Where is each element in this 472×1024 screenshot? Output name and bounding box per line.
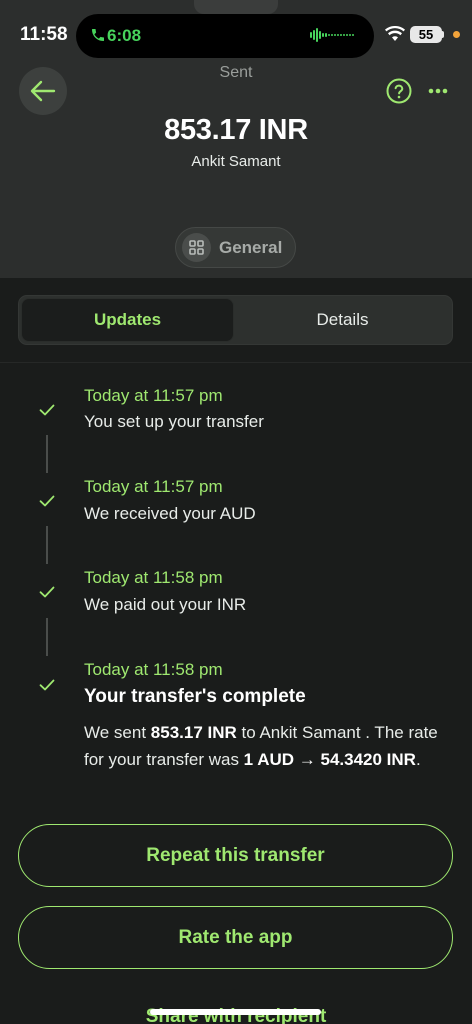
more-icon[interactable] — [428, 88, 448, 94]
grid-icon — [182, 233, 211, 262]
audio-wave-icon — [310, 28, 354, 42]
check-icon — [39, 586, 55, 598]
charging-dot — [453, 31, 460, 38]
top-handle — [194, 0, 278, 14]
phone-icon — [92, 29, 104, 41]
step-time: Today at 11:57 pm — [84, 386, 223, 405]
summary-amount: 853.17 INR — [150, 723, 237, 742]
timeline-connector — [46, 435, 48, 473]
battery-indicator: 55 — [410, 26, 442, 43]
battery-nub — [442, 31, 444, 38]
tab-details[interactable]: Details — [236, 298, 449, 342]
call-duration: 6:08 — [107, 26, 142, 45]
tab-updates[interactable]: Updates — [21, 298, 234, 342]
rate-app-button[interactable]: Rate the app — [18, 906, 453, 969]
tab-bar: Updates Details — [18, 295, 453, 345]
category-chip[interactable]: General — [175, 227, 296, 268]
step-time: Today at 11:58 pm — [84, 568, 223, 587]
step-text: You set up your transfer — [84, 412, 264, 431]
category-label: General — [219, 237, 283, 257]
transfer-summary: We sent 853.17 INR to Ankit Samant . The… — [84, 719, 456, 773]
step-text: We paid out your INR — [84, 595, 247, 614]
recipient-name: Ankit Samant — [191, 153, 281, 170]
timeline-connector — [46, 526, 48, 564]
check-icon — [39, 404, 55, 416]
dynamic-island[interactable]: 6:08 — [76, 14, 374, 58]
status-time: 11:58 — [20, 24, 68, 45]
step-time: Today at 11:58 pm — [84, 660, 223, 679]
transfer-amount: 853.17 INR — [164, 114, 308, 146]
step-time: Today at 11:57 pm — [84, 477, 223, 496]
summary-text: We sent — [84, 723, 151, 742]
help-icon[interactable] — [386, 78, 412, 104]
step-title: Your transfer's complete — [84, 686, 306, 707]
summary-rate: 1 AUD → 54.3420 INR — [243, 750, 416, 769]
divider — [0, 362, 472, 363]
back-arrow-icon — [30, 80, 56, 102]
step-text: We received your AUD — [84, 504, 256, 523]
home-indicator[interactable] — [150, 1009, 321, 1015]
check-icon — [39, 495, 55, 507]
summary-text: . — [415, 750, 421, 769]
repeat-transfer-button[interactable]: Repeat this transfer — [18, 824, 453, 887]
timeline-connector — [46, 618, 48, 656]
wifi-icon — [385, 26, 405, 41]
check-icon — [39, 679, 55, 691]
